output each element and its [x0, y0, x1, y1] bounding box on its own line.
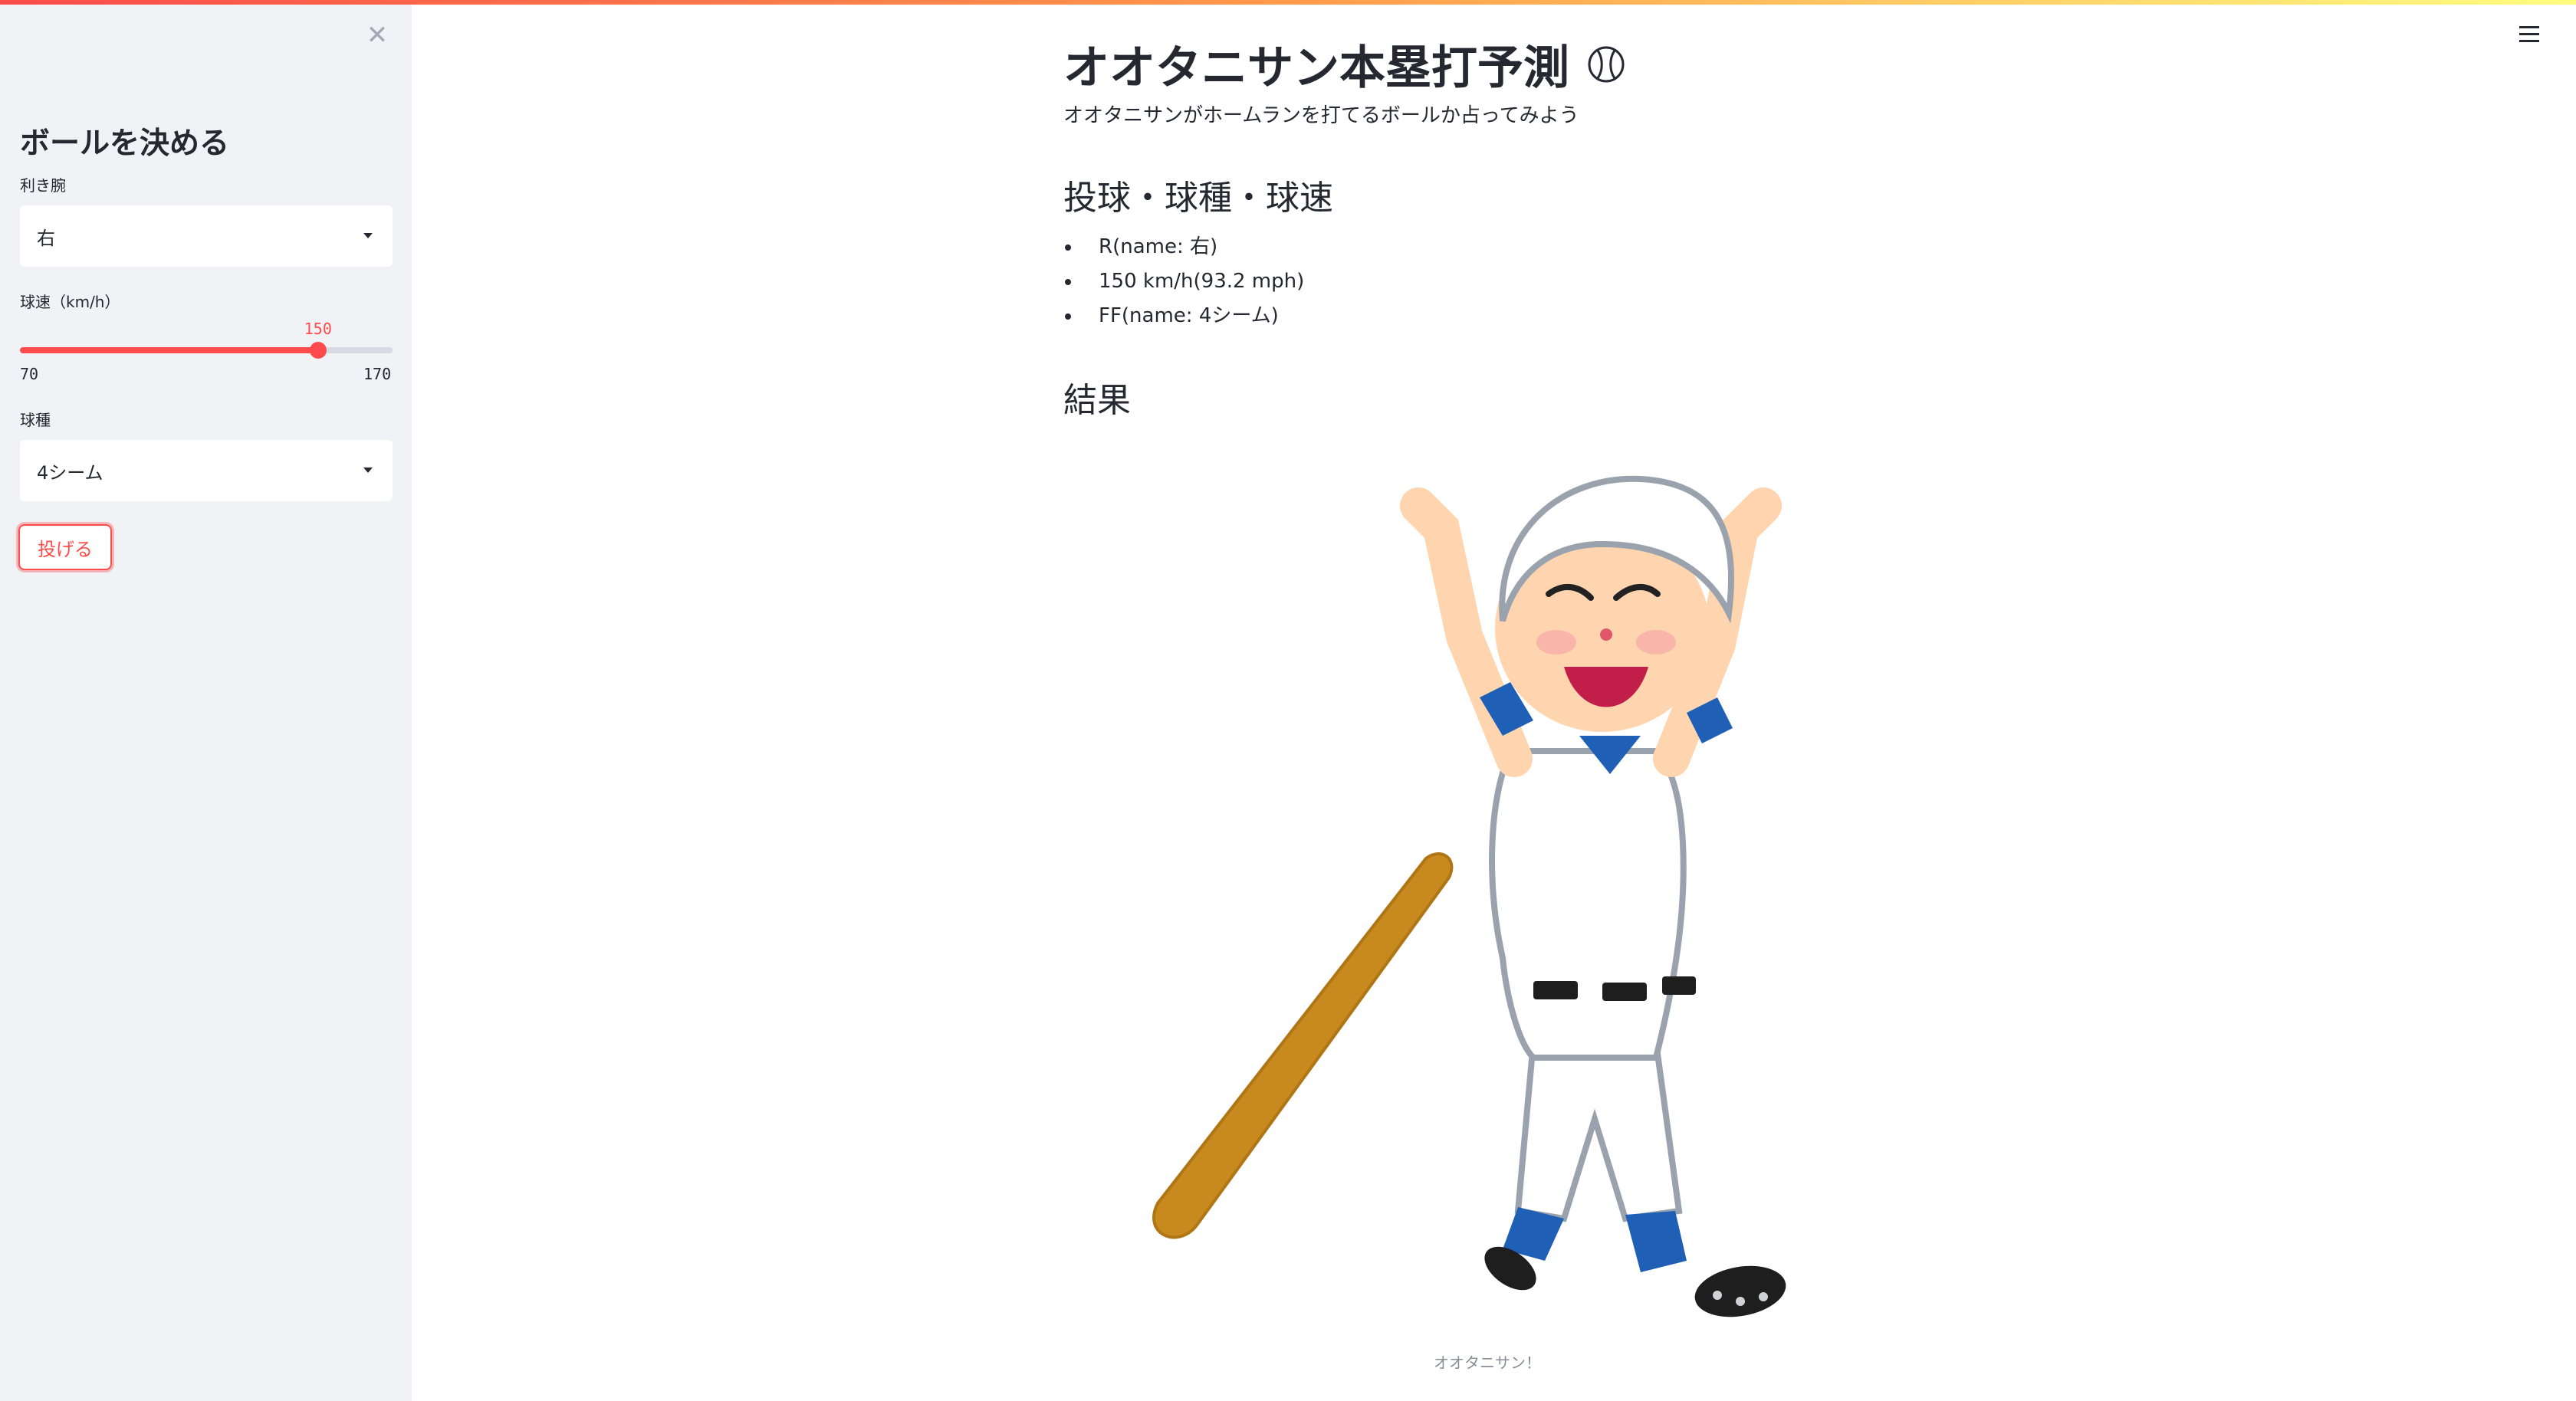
- cheering-batter-illustration: [1152, 475, 1786, 1317]
- pitch-type-label: 球種: [20, 411, 51, 429]
- chevron-down-icon: [363, 468, 373, 473]
- speed-slider-max: 170: [363, 365, 392, 383]
- speed-slider-handle[interactable]: [309, 342, 327, 359]
- speed-slider-fill: [20, 347, 318, 353]
- sidebar-title: ボールを決める: [20, 126, 230, 161]
- throw-button[interactable]: 投げる: [18, 524, 112, 570]
- baseball-icon: [1588, 46, 1625, 82]
- pitch-section-heading: 投球・球種・球速: [1063, 179, 1333, 218]
- speed-label: 球速（km/h）: [20, 293, 120, 311]
- list-item: 150 km/h(93.2 mph): [1063, 264, 1304, 299]
- list-item: R(name: 右): [1063, 230, 1304, 264]
- pitch-type-select[interactable]: 4シーム: [20, 440, 393, 501]
- page-title: オオタニサン本塁打予測: [1063, 31, 1626, 97]
- page-title-text: オオタニサン本塁打予測: [1063, 41, 1569, 95]
- chevron-down-icon: [363, 233, 373, 238]
- handedness-value: 右: [37, 227, 55, 249]
- sidebar: ✕ ボールを決める 利き腕 右 球速（km/h） 150 70 170 球種 4…: [0, 5, 412, 1401]
- speed-slider-value: 150: [304, 320, 332, 338]
- pitch-type-value: 4シーム: [37, 461, 104, 484]
- pitch-summary-list: R(name: 右) 150 km/h(93.2 mph) FF(name: 4…: [1063, 230, 1304, 333]
- handedness-select[interactable]: 右: [20, 205, 393, 267]
- speed-slider[interactable]: 150: [20, 320, 393, 359]
- result-section-heading: 結果: [1063, 381, 1131, 420]
- speed-slider-min: 70: [20, 365, 39, 383]
- page-subtitle: オオタニサンがホームランを打てるボールか占ってみよう: [1063, 104, 1579, 127]
- list-item: FF(name: 4シーム): [1063, 299, 1304, 333]
- hamburger-menu-icon[interactable]: [2519, 26, 2539, 43]
- handedness-label: 利き腕: [20, 176, 66, 195]
- close-icon[interactable]: ✕: [363, 20, 391, 51]
- illustration-caption: オオタニサン！: [1434, 1353, 1541, 1372]
